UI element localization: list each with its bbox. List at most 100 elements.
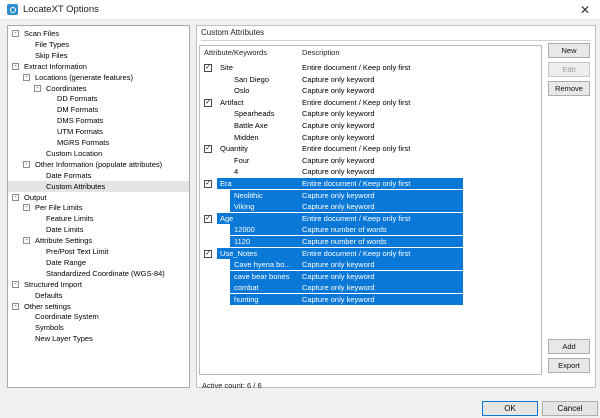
- active-count-label: Active count: 6 / 6: [202, 381, 262, 390]
- collapse-toggle-icon[interactable]: -: [23, 237, 30, 245]
- keyword-row[interactable]: Midden Capture only keyword: [200, 132, 541, 143]
- keyword-row[interactable]: Spearheads Capture only keyword: [200, 108, 541, 119]
- keyword-label: cave bear bones: [234, 271, 290, 281]
- attribute-checkbox[interactable]: ✓: [204, 98, 212, 107]
- attribute-checkbox[interactable]: ✓: [204, 249, 212, 258]
- new-button[interactable]: New: [548, 43, 590, 58]
- ok-button[interactable]: OK: [482, 401, 538, 416]
- collapse-toggle-icon[interactable]: -: [23, 73, 30, 81]
- tree-item[interactable]: UTM Formats: [8, 126, 189, 137]
- tree-item-label: Extract Information: [24, 61, 87, 71]
- tree-item-label: DMS Formats: [57, 116, 104, 126]
- tree-item[interactable]: Symbols: [8, 322, 189, 333]
- window-title: LocateXT Options: [23, 4, 99, 15]
- keyword-row[interactable]: Oslo Capture only keyword: [200, 85, 541, 96]
- keyword-row[interactable]: combat Capture only keyword: [200, 282, 541, 294]
- tree-item[interactable]: - Scan Files: [8, 28, 189, 39]
- tree-item[interactable]: - Extract Information: [8, 61, 189, 72]
- tree-item-label: Symbols: [35, 323, 64, 333]
- column-header-keywords[interactable]: Attribute/Keywords: [204, 48, 267, 57]
- keyword-row[interactable]: 1120 Capture number of words: [200, 236, 541, 247]
- tree-item[interactable]: DD Formats: [8, 93, 189, 104]
- tree-item[interactable]: - Output: [8, 192, 189, 203]
- attribute-checkbox[interactable]: ✓: [204, 64, 212, 72]
- tree-item[interactable]: New Layer Types: [8, 333, 189, 344]
- collapse-toggle-icon[interactable]: -: [12, 302, 19, 310]
- attribute-checkbox[interactable]: ✓: [204, 180, 212, 188]
- tree-item[interactable]: Defaults: [8, 290, 189, 301]
- attribute-row[interactable]: ✓ Age Entire document / Keep only first: [200, 212, 541, 224]
- close-button[interactable]: ✕: [575, 2, 595, 18]
- tree-item-label: Skip Files: [35, 50, 68, 60]
- tree-item-label: Scan Files: [24, 29, 60, 38]
- keyword-label: Spearheads: [234, 109, 275, 119]
- attribute-row[interactable]: ✓ Site Entire document / Keep only first: [200, 62, 541, 73]
- tree-item[interactable]: Coordinate System: [8, 311, 189, 322]
- tree-item[interactable]: Feature Limits: [8, 213, 189, 224]
- attribute-row[interactable]: ✓ Use_Notes Entire document / Keep only fi…: [200, 247, 541, 259]
- tree-item[interactable]: Custom Location: [8, 148, 189, 159]
- keyword-row[interactable]: 12000 Capture number of words: [200, 224, 541, 236]
- tree-item[interactable]: Date Limits: [8, 224, 189, 235]
- tree-item-label: Standardized Coordinate (WGS-84): [46, 268, 165, 278]
- keyword-row[interactable]: Cave hyena bo... Capture only keyword: [200, 259, 541, 271]
- custom-attributes-panel: Custom Attributes Attribute/Keywords Des…: [196, 25, 596, 390]
- tree-item[interactable]: Date Formats: [8, 170, 189, 181]
- collapse-toggle-icon[interactable]: -: [23, 160, 30, 168]
- collapse-toggle-icon[interactable]: -: [34, 84, 41, 92]
- tree-item[interactable]: MGRS Formats: [8, 137, 189, 148]
- collapse-toggle-icon[interactable]: -: [23, 204, 30, 212]
- tree-item[interactable]: Date Range: [8, 257, 189, 268]
- description-label: Capture only keyword: [302, 190, 375, 200]
- tree-item[interactable]: - Locations (generate features): [8, 72, 189, 83]
- keyword-row[interactable]: Viking Capture only keyword: [200, 201, 541, 213]
- attribute-row[interactable]: ✓ Quantity Entire document / Keep only fir…: [200, 143, 541, 154]
- collapse-toggle-icon[interactable]: -: [12, 62, 19, 70]
- keyword-row[interactable]: Battle Axe Capture only keyword: [200, 120, 541, 131]
- export-button[interactable]: Export: [548, 358, 590, 373]
- attribute-row[interactable]: ✓ Era Entire document / Keep only first: [200, 178, 541, 189]
- attribute-checkbox[interactable]: ✓: [204, 214, 212, 223]
- tree-item[interactable]: - Other Information (populate attributes): [8, 159, 189, 170]
- collapse-toggle-icon[interactable]: -: [12, 30, 19, 37]
- tree-item[interactable]: File Types: [8, 39, 189, 50]
- keyword-row[interactable]: San Diego Capture only keyword: [200, 74, 541, 85]
- tree-item[interactable]: - Attribute Settings: [8, 235, 189, 246]
- tree-item[interactable]: Standardized Coordinate (WGS-84): [8, 268, 189, 279]
- tree-item-label: Defaults: [35, 290, 63, 300]
- tree-item[interactable]: DMS Formats: [8, 115, 189, 126]
- options-tree[interactable]: - Scan Files File Types Skip Files - Extract …: [7, 25, 190, 388]
- tree-item-label: Coordinate System: [35, 312, 99, 322]
- tree-item-label: UTM Formats: [57, 127, 103, 137]
- add-button[interactable]: Add: [548, 339, 590, 354]
- keyword-label: Use_Notes: [220, 248, 258, 258]
- attribute-list[interactable]: Attribute/Keywords Description ✓ Site Enti…: [199, 45, 542, 375]
- panel-title: Custom Attributes: [201, 28, 265, 37]
- tree-item[interactable]: - Per File Limits: [8, 202, 189, 213]
- tree-item[interactable]: - Structured Import: [8, 279, 189, 290]
- tree-item[interactable]: DM Formats: [8, 104, 189, 115]
- keyword-row[interactable]: 4 Capture only keyword: [200, 166, 541, 177]
- tree-item[interactable]: Custom Attributes: [8, 180, 189, 192]
- column-header-description[interactable]: Description: [302, 48, 340, 57]
- tree-item-label: Structured Import: [24, 279, 82, 289]
- tree-item[interactable]: Pre/Post Text Limit: [8, 246, 189, 257]
- keyword-label: Cave hyena bo...: [234, 260, 291, 270]
- edit-button[interactable]: Edit: [548, 62, 590, 77]
- keyword-label: Four: [234, 155, 250, 165]
- tree-item-label: MGRS Formats: [57, 138, 110, 147]
- remove-button[interactable]: Remove: [548, 81, 590, 96]
- keyword-row[interactable]: Neolithic Capture only keyword: [200, 189, 541, 201]
- cancel-button[interactable]: Cancel: [542, 401, 598, 416]
- keyword-row[interactable]: hunting Capture only keyword: [200, 294, 541, 305]
- tree-item[interactable]: - Coordinates: [8, 83, 189, 94]
- collapse-toggle-icon[interactable]: -: [12, 193, 19, 201]
- attribute-checkbox[interactable]: ✓: [204, 145, 212, 154]
- tree-item[interactable]: Skip Files: [8, 50, 189, 61]
- tree-item[interactable]: - Other settings: [8, 301, 189, 312]
- collapse-toggle-icon[interactable]: -: [12, 280, 19, 288]
- tree-item-label: Date Formats: [46, 170, 92, 180]
- keyword-row[interactable]: cave bear bones Capture only keyword: [200, 270, 541, 282]
- keyword-row[interactable]: Four Capture only keyword: [200, 155, 541, 166]
- attribute-row[interactable]: ✓ Artifact Entire document / Keep only fir…: [200, 97, 541, 108]
